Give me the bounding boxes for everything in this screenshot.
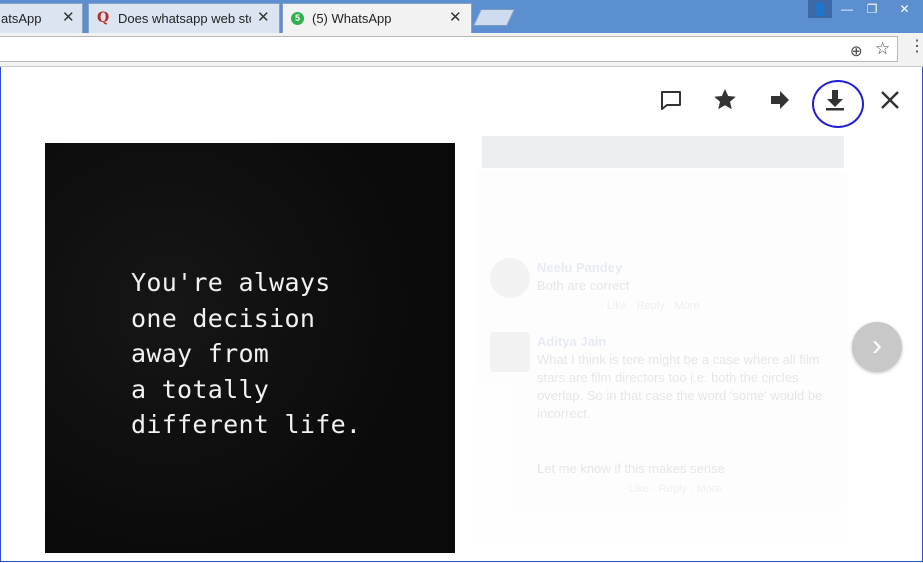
forward-arrow-icon[interactable]: [766, 86, 794, 114]
quote-line: different life.: [131, 410, 362, 439]
status-image: You're always one decision away from a tota…: [45, 143, 455, 553]
annotation-circle: [812, 80, 864, 128]
background-header: [482, 136, 844, 168]
comment-author: Neelu Pandey: [537, 260, 623, 275]
quote-line: You're always: [131, 268, 331, 297]
comment-meta: · Like · Reply · More: [622, 483, 722, 495]
comment-meta: · Like · Reply · More: [600, 300, 700, 312]
next-media-button[interactable]: ›: [852, 322, 902, 372]
quote-line: a totally: [131, 374, 270, 404]
quote-line: away from: [131, 339, 270, 368]
star-icon[interactable]: [711, 86, 739, 114]
comment-icon[interactable]: [657, 86, 685, 114]
quote-line: one decision: [131, 303, 316, 333]
close-icon[interactable]: [876, 86, 904, 114]
comment-text: What I think is tere might be a case whe…: [537, 352, 823, 421]
comment-text: Let me know if this makes sense: [537, 461, 725, 476]
quote-text: You're always one decision away from a tota…: [131, 265, 361, 443]
avatar: [490, 258, 530, 298]
comment-text: Both are correct: [537, 278, 630, 293]
avatar: [490, 332, 530, 372]
comment-author: Aditya Jain: [537, 334, 607, 349]
